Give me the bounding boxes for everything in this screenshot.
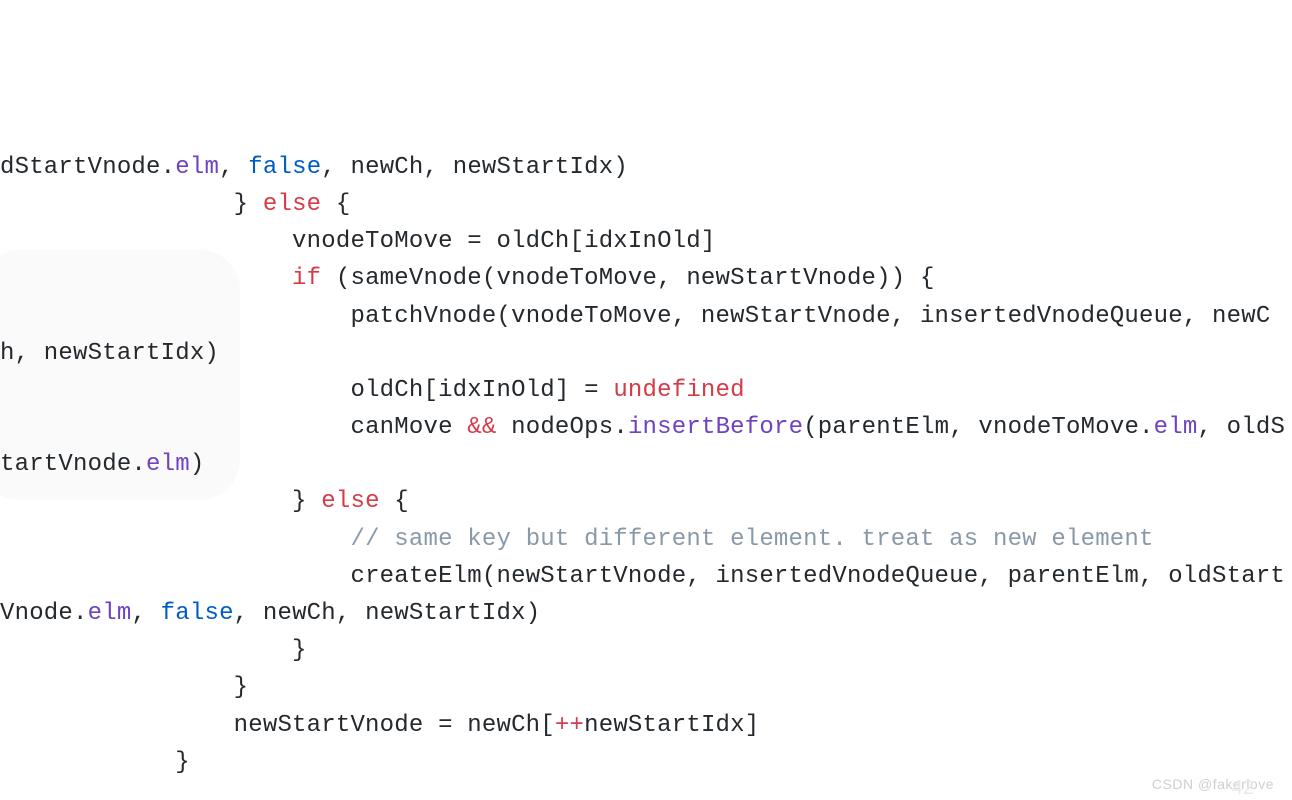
code-token: } (0, 674, 248, 701)
code-token: dStartVnode (0, 154, 161, 181)
code-token: . (1139, 414, 1154, 441)
code-token: canMove (0, 414, 467, 441)
code-comment: // same key but different element. treat… (350, 526, 1153, 553)
code-token: false (248, 154, 321, 181)
code-token: . (73, 600, 88, 627)
code-token: (sameVnode(vnodeToMove, newStartVnode)) … (321, 265, 934, 292)
code-token: insertBefore (628, 414, 803, 441)
code-token: if (292, 265, 321, 292)
code-token: nodeOps (497, 414, 614, 441)
code-block: dStartVnode.elm, false, newCh, newStartI… (0, 0, 1292, 800)
code-token: undefined (613, 377, 744, 404)
code-token: elm (1154, 414, 1198, 441)
code-text: dStartVnode.elm, false, newCh, newStartI… (0, 149, 1292, 781)
code-token: . (161, 154, 176, 181)
code-token: , newCh, newStartIdx) (234, 600, 541, 627)
code-token: { (380, 488, 409, 515)
code-token: elm (88, 600, 132, 627)
code-token: } (0, 488, 321, 515)
code-token: ) (190, 451, 205, 478)
code-token (0, 526, 350, 553)
code-token: elm (146, 451, 190, 478)
code-token: , newCh, newStartIdx) (321, 154, 628, 181)
code-token: } (0, 637, 307, 664)
code-token: } (0, 191, 263, 218)
code-token: vnodeToMove = oldCh[idxInOld] (0, 228, 716, 255)
code-token: && (467, 414, 496, 441)
code-token: false (161, 600, 234, 627)
code-token: { (321, 191, 350, 218)
code-token: , (219, 154, 248, 181)
code-token: else (321, 488, 379, 515)
code-token: . (131, 451, 146, 478)
code-token: , (131, 600, 160, 627)
code-token: (parentElm, vnodeToMove (803, 414, 1139, 441)
code-token (0, 265, 292, 292)
code-token: elm (175, 154, 219, 181)
code-token: newStartVnode = newCh[ (0, 712, 555, 739)
code-token: oldCh[idxInOld] = (0, 377, 613, 404)
code-token: patchVnode(vnodeToMove, newStartVnode, i… (0, 303, 1270, 367)
code-token: . (613, 414, 628, 441)
code-token: ++ (555, 712, 584, 739)
code-token: newStartIdx] (584, 712, 759, 739)
code-token: } (0, 749, 190, 776)
code-token: else (263, 191, 321, 218)
